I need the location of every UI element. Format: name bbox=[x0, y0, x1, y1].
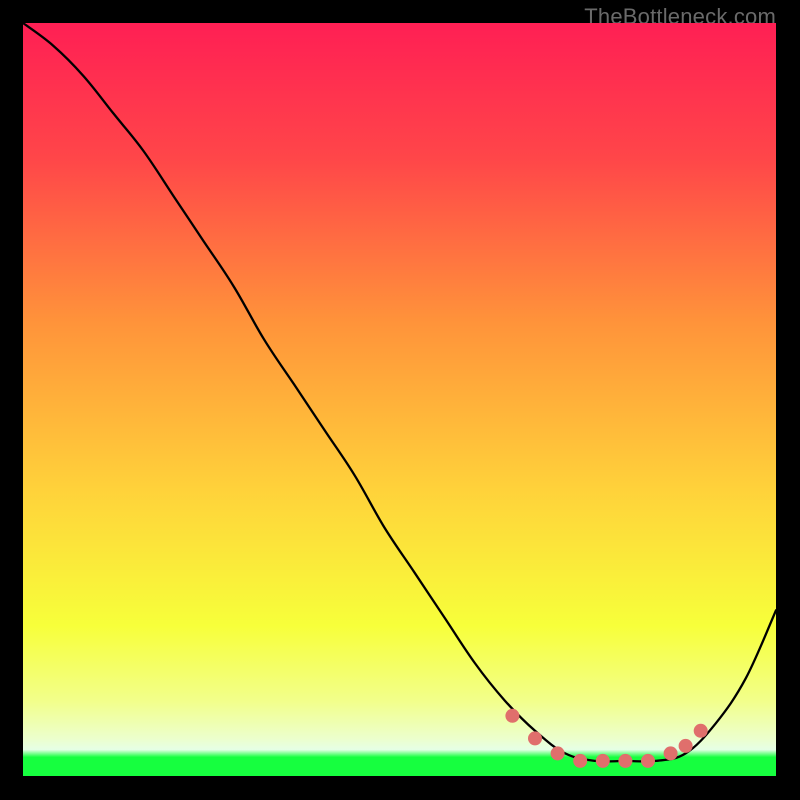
sweet-spot-dot bbox=[528, 731, 542, 745]
sweet-spot-dot bbox=[596, 754, 610, 768]
chart-stage: { "watermark": "TheBottleneck.com", "col… bbox=[0, 0, 800, 800]
sweet-spot-dot bbox=[641, 754, 655, 768]
sweet-spot-dots bbox=[505, 709, 707, 768]
chart-svg bbox=[23, 23, 776, 776]
sweet-spot-dot bbox=[551, 746, 565, 760]
sweet-spot-dot bbox=[618, 754, 632, 768]
sweet-spot-dot bbox=[573, 754, 587, 768]
bottleneck-curve bbox=[23, 23, 776, 762]
sweet-spot-dot bbox=[694, 724, 708, 738]
sweet-spot-dot bbox=[505, 709, 519, 723]
sweet-spot-dot bbox=[679, 739, 693, 753]
sweet-spot-dot bbox=[664, 746, 678, 760]
plot-area bbox=[23, 23, 776, 776]
